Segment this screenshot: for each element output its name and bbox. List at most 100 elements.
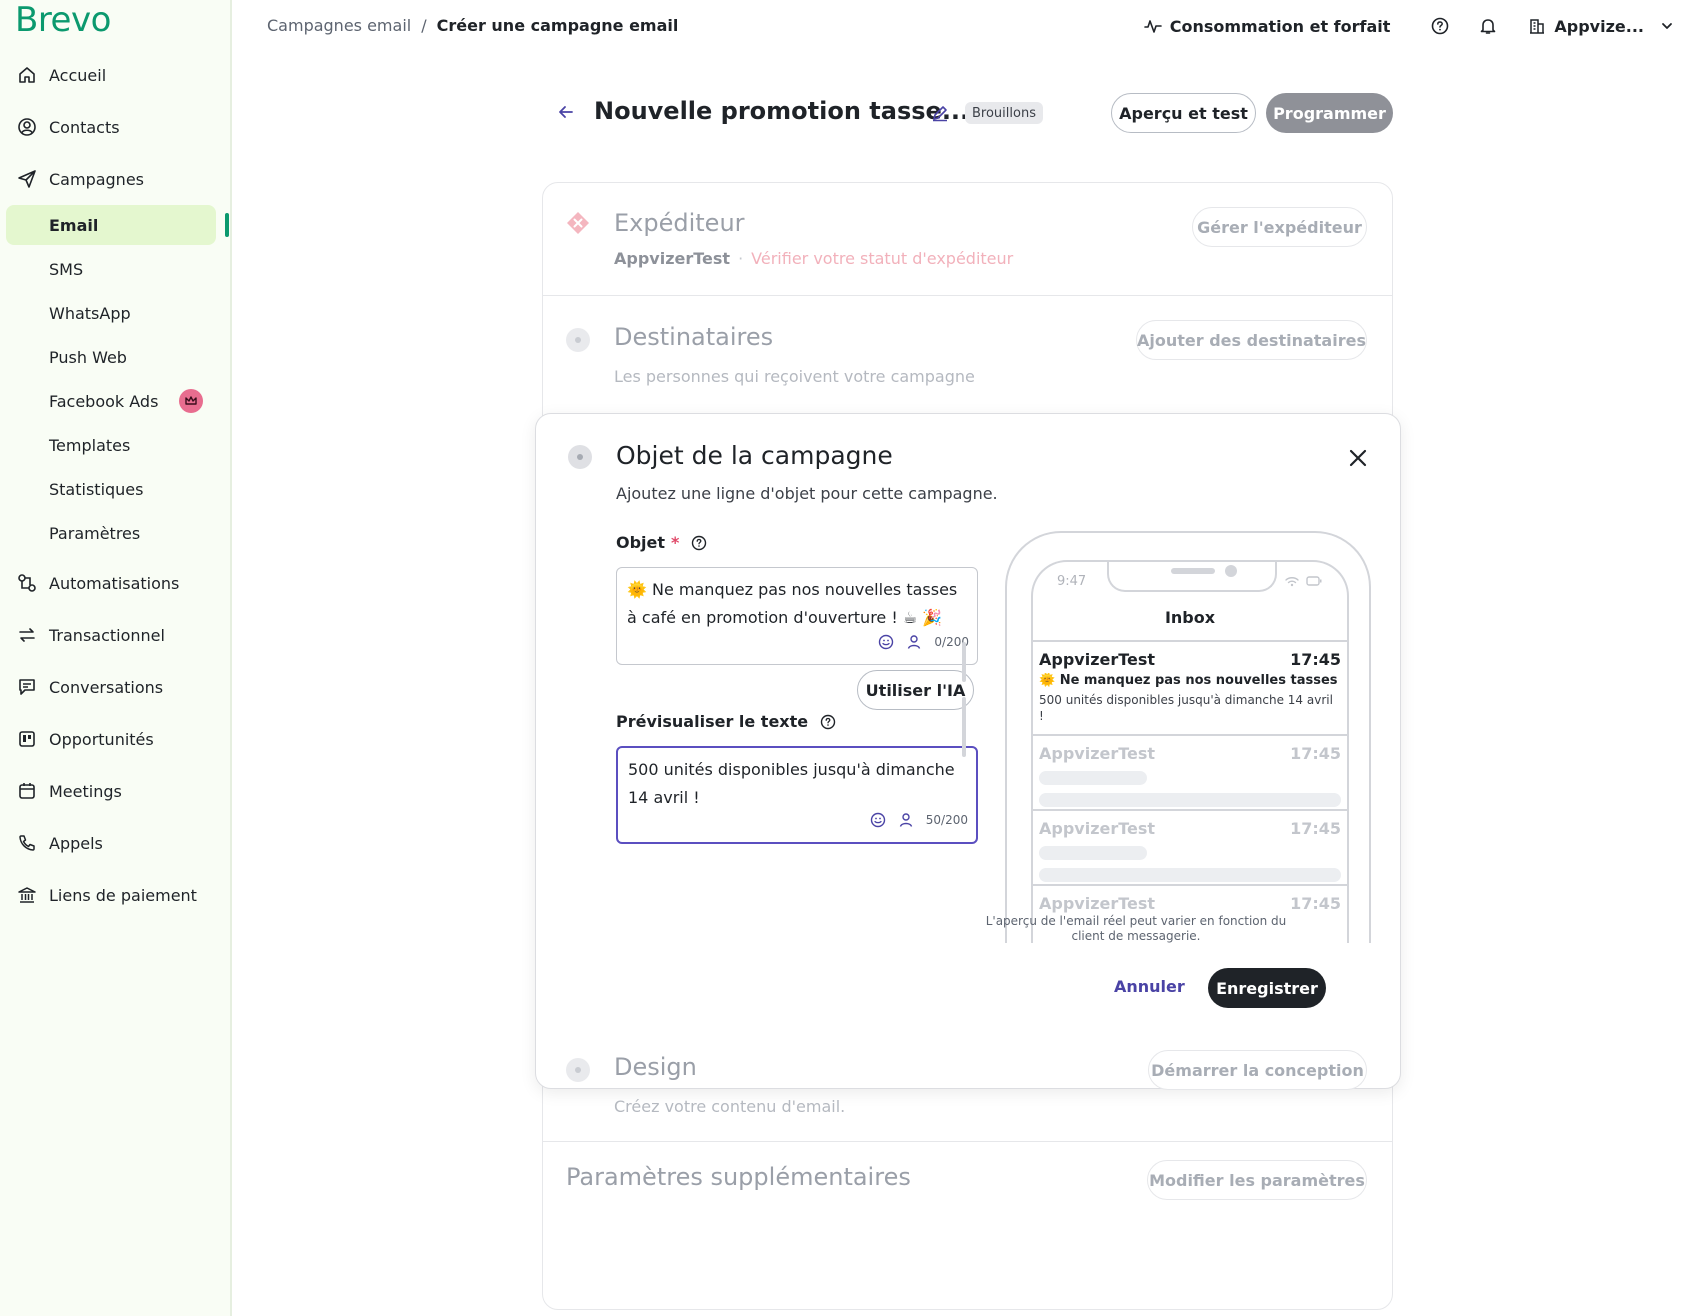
sidebar-item-label: Liens de paiement	[49, 885, 197, 905]
calendar-icon	[17, 781, 37, 801]
automation-icon	[17, 573, 37, 593]
schedule-button[interactable]: Programmer	[1266, 93, 1393, 133]
step-status-dot	[566, 328, 590, 352]
mail-sender: AppvizerTest	[1039, 744, 1156, 763]
sidebar: Brevo Accueil Contacts Campagnes Email S…	[0, 0, 232, 1316]
sidebar-item-label: Email	[49, 215, 99, 235]
sidebar-item-opportunites[interactable]: Opportunités	[0, 719, 232, 759]
sidebar-item-meetings[interactable]: Meetings	[0, 771, 232, 811]
sidebar-item-label: Templates	[49, 435, 131, 455]
edit-settings-button[interactable]: Modifier les paramètres	[1147, 1160, 1367, 1200]
use-ai-button[interactable]: Utiliser l'IA	[857, 670, 974, 710]
sidebar-item-conversations[interactable]: Conversations	[0, 667, 232, 707]
personalize-user-icon[interactable]	[906, 634, 922, 650]
bell-icon	[1479, 17, 1497, 35]
mail-preview: 500 unités disponibles jusqu'à dimanche …	[1039, 693, 1333, 723]
preview-text-label: Prévisualiser le texte	[616, 712, 836, 731]
design-subtitle: Créez votre contenu d'email.	[614, 1097, 846, 1116]
sidebar-item-templates[interactable]: Templates	[6, 425, 216, 465]
sidebar-item-transactionnel[interactable]: Transactionnel	[0, 615, 232, 655]
brevo-logo[interactable]: Brevo	[15, 0, 111, 40]
sidebar-item-label: Statistiques	[49, 479, 144, 499]
status-badge: Brouillons	[965, 102, 1043, 124]
phone-speaker	[1171, 568, 1215, 574]
placeholder-mail-item: AppvizerTest 17:45	[1033, 734, 1347, 809]
sender-separator: ·	[738, 249, 744, 268]
sidebar-item-parametres[interactable]: Paramètres	[6, 513, 216, 553]
skeleton-line	[1039, 793, 1341, 807]
sidebar-item-label: Accueil	[49, 65, 107, 85]
usage-label: Consommation et forfait	[1169, 16, 1391, 36]
inbox-title: Inbox	[1164, 608, 1216, 627]
preview-label-text: Prévisualiser le texte	[616, 712, 809, 731]
manage-sender-button[interactable]: Gérer l'expéditeur	[1192, 207, 1367, 247]
sidebar-item-whatsapp[interactable]: WhatsApp	[6, 293, 216, 333]
subject-input[interactable]: 🌞 Ne manquez pas nos nouvelles tasses à …	[616, 567, 978, 665]
sender-section-title: Expéditeur	[614, 209, 745, 237]
sidebar-item-contacts[interactable]: Contacts	[0, 107, 232, 147]
section-divider	[542, 295, 1393, 296]
preview-test-button[interactable]: Aperçu et test	[1111, 93, 1256, 133]
extra-settings-title: Paramètres supplémentaires	[566, 1163, 911, 1191]
sender-warning-link[interactable]: Vérifier votre statut d'expéditeur	[751, 249, 1013, 268]
add-recipients-button[interactable]: Ajouter des destinataires	[1136, 320, 1367, 360]
sidebar-item-statistiques[interactable]: Statistiques	[6, 469, 216, 509]
close-icon[interactable]	[1348, 448, 1368, 468]
edit-pencil-icon[interactable]	[930, 103, 950, 123]
mail-subject: 🌞 Ne manquez pas nos nouvelles tasses	[1039, 673, 1338, 688]
sidebar-item-email[interactable]: Email	[6, 205, 216, 245]
usage-link[interactable]: Consommation et forfait	[1143, 16, 1391, 36]
sidebar-item-liens-paiement[interactable]: Liens de paiement	[0, 875, 232, 915]
mail-time: 17:45	[1290, 650, 1341, 669]
start-design-button[interactable]: Démarrer la conception	[1148, 1050, 1367, 1090]
save-button[interactable]: Enregistrer	[1208, 968, 1326, 1008]
emoji-icon[interactable]	[878, 634, 894, 650]
sidebar-item-push-web[interactable]: Push Web	[6, 337, 216, 377]
activity-icon	[1143, 17, 1162, 35]
account-menu[interactable]: Appvize...	[1528, 17, 1674, 36]
sidebar-item-label: WhatsApp	[49, 303, 131, 323]
phone-camera	[1225, 565, 1237, 577]
subject-input-value: 🌞 Ne manquez pas nos nouvelles tasses à …	[627, 580, 958, 627]
emoji-icon[interactable]	[870, 812, 886, 828]
step-status-dot	[568, 445, 592, 469]
breadcrumb: Campagnes email / Créer une campagne ema…	[267, 16, 678, 35]
account-label: Appvize...	[1554, 16, 1644, 36]
help-icon[interactable]	[691, 535, 707, 551]
sidebar-item-appels[interactable]: Appels	[0, 823, 232, 863]
subject-label-text: Objet	[616, 533, 666, 552]
breadcrumb-parent[interactable]: Campagnes email	[267, 16, 411, 35]
subject-panel-subtitle: Ajoutez une ligne d'objet pour cette cam…	[616, 484, 998, 503]
mail-header: AppvizerTest 17:45	[1039, 650, 1341, 669]
sidebar-item-accueil[interactable]: Accueil	[0, 55, 232, 95]
cancel-button[interactable]: Annuler	[1114, 977, 1185, 996]
sidebar-item-sms[interactable]: SMS	[6, 249, 216, 289]
subject-panel: Objet de la campagne Ajoutez une ligne d…	[535, 413, 1401, 1089]
building-icon	[1528, 17, 1546, 35]
help-icon[interactable]	[820, 714, 836, 730]
chevron-down-icon	[1660, 19, 1674, 33]
subject-label: Objet *	[616, 533, 707, 552]
sidebar-item-automatisations[interactable]: Automatisations	[0, 563, 232, 603]
notifications-button[interactable]	[1472, 10, 1504, 42]
preview-text-input[interactable]: 500 unités disponibles jusqu'à dimanche …	[616, 746, 978, 844]
help-icon	[1431, 17, 1449, 35]
mail-sender: AppvizerTest	[1039, 894, 1156, 913]
step-status-dot	[566, 1058, 590, 1082]
sidebar-item-label: Paramètres	[49, 523, 141, 543]
mail-time: 17:45	[1290, 819, 1341, 838]
sidebar-item-campagnes[interactable]: Campagnes	[0, 159, 232, 199]
help-button[interactable]	[1424, 10, 1456, 42]
crown-icon	[179, 389, 203, 413]
recipients-section-title: Destinataires	[614, 323, 774, 351]
personalize-user-icon[interactable]	[898, 812, 914, 828]
required-asterisk: *	[671, 533, 680, 552]
transfer-icon	[17, 625, 37, 645]
active-indicator	[225, 213, 229, 237]
kanban-icon	[17, 729, 37, 749]
sender-name: AppvizerTest	[614, 249, 731, 268]
mail-time: 17:45	[1290, 894, 1341, 913]
top-actions: Consommation et forfait Appvize...	[1143, 10, 1696, 42]
sidebar-item-label: Transactionnel	[49, 625, 165, 645]
back-arrow-icon[interactable]	[556, 102, 576, 122]
